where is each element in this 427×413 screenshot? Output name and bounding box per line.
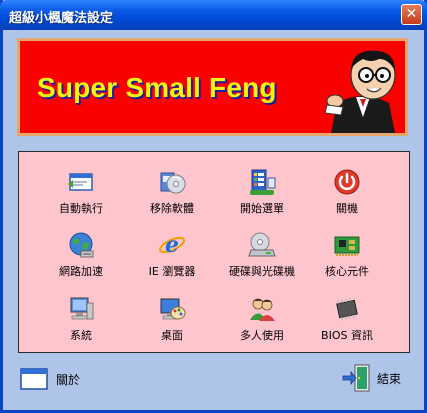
exit-door-icon (342, 364, 370, 392)
grid-item-label: IE 瀏覽器 (148, 265, 196, 278)
mascot-cartoon-icon (324, 50, 396, 133)
bios-chip-icon (336, 298, 358, 321)
about-button[interactable]: 關於 (20, 368, 80, 390)
title-bar[interactable]: 超級小楓魔法設定 ✕ (0, 0, 427, 30)
power-icon (334, 169, 360, 195)
banner: Super Small Feng (17, 38, 408, 136)
grid-item-label: 硬碟與光碟機 (229, 265, 295, 278)
svg-text:e: e (165, 232, 179, 258)
grid-item-network[interactable]: 網路加速 (33, 231, 129, 279)
grid-item-label: 自動執行 (59, 202, 103, 215)
grid-item-label: 開始選單 (240, 202, 284, 215)
autorun-window-icon (68, 173, 93, 191)
multi-user-icon (250, 298, 275, 321)
grid-item-autorun[interactable]: 自動執行 (33, 168, 129, 216)
software-cd-box-icon (160, 172, 186, 194)
grid-item-shutdown[interactable]: 關機 (299, 168, 395, 216)
grid-item-label: 多人使用 (240, 329, 284, 342)
grid-item-ie[interactable]: e IE 瀏覽器 (124, 231, 220, 279)
settings-grid: 自動執行 移除軟體 開始選單 關機 網路加速 e IE 瀏覽器 硬碟與光碟機 核… (18, 151, 410, 353)
grid-item-multi-user[interactable]: 多人使用 (214, 295, 310, 343)
grid-item-core-components[interactable]: 核心元件 (299, 231, 395, 279)
exit-label: 結束 (377, 371, 402, 386)
disk-drive-icon (248, 232, 276, 257)
close-button[interactable]: ✕ (401, 4, 422, 25)
about-label: 關於 (56, 372, 81, 387)
main-window: 超級小楓魔法設定 ✕ Super Small Feng 自動執行 移除軟體 開始… (0, 0, 427, 413)
grid-item-system[interactable]: 系統 (33, 295, 129, 343)
grid-item-bios[interactable]: BIOS 資訊 (299, 295, 395, 343)
grid-item-label: 移除軟體 (150, 202, 194, 215)
internet-explorer-icon: e (159, 232, 185, 258)
about-window-icon (20, 368, 48, 390)
window-title: 超級小楓魔法設定 (9, 11, 114, 26)
grid-item-label: 核心元件 (325, 265, 369, 278)
grid-item-start-menu[interactable]: 開始選單 (214, 168, 310, 216)
grid-item-uninstall[interactable]: 移除軟體 (124, 168, 220, 216)
network-globe-icon (69, 232, 94, 258)
grid-item-label: 系統 (70, 329, 92, 342)
grid-item-desktop[interactable]: 桌面 (124, 295, 220, 343)
circuit-board-icon (334, 236, 360, 256)
desktop-palette-icon (160, 298, 186, 320)
grid-item-drives[interactable]: 硬碟與光碟機 (214, 231, 310, 279)
banner-text: Super Small Feng (37, 72, 277, 103)
grid-item-label: 桌面 (161, 329, 183, 342)
start-menu-icon (250, 169, 276, 195)
grid-item-label: 網路加速 (59, 265, 103, 278)
grid-item-label: BIOS 資訊 (321, 329, 373, 342)
exit-button[interactable]: 結束 (341, 363, 401, 393)
grid-item-label: 關機 (336, 202, 358, 215)
system-computer-icon (70, 297, 94, 320)
